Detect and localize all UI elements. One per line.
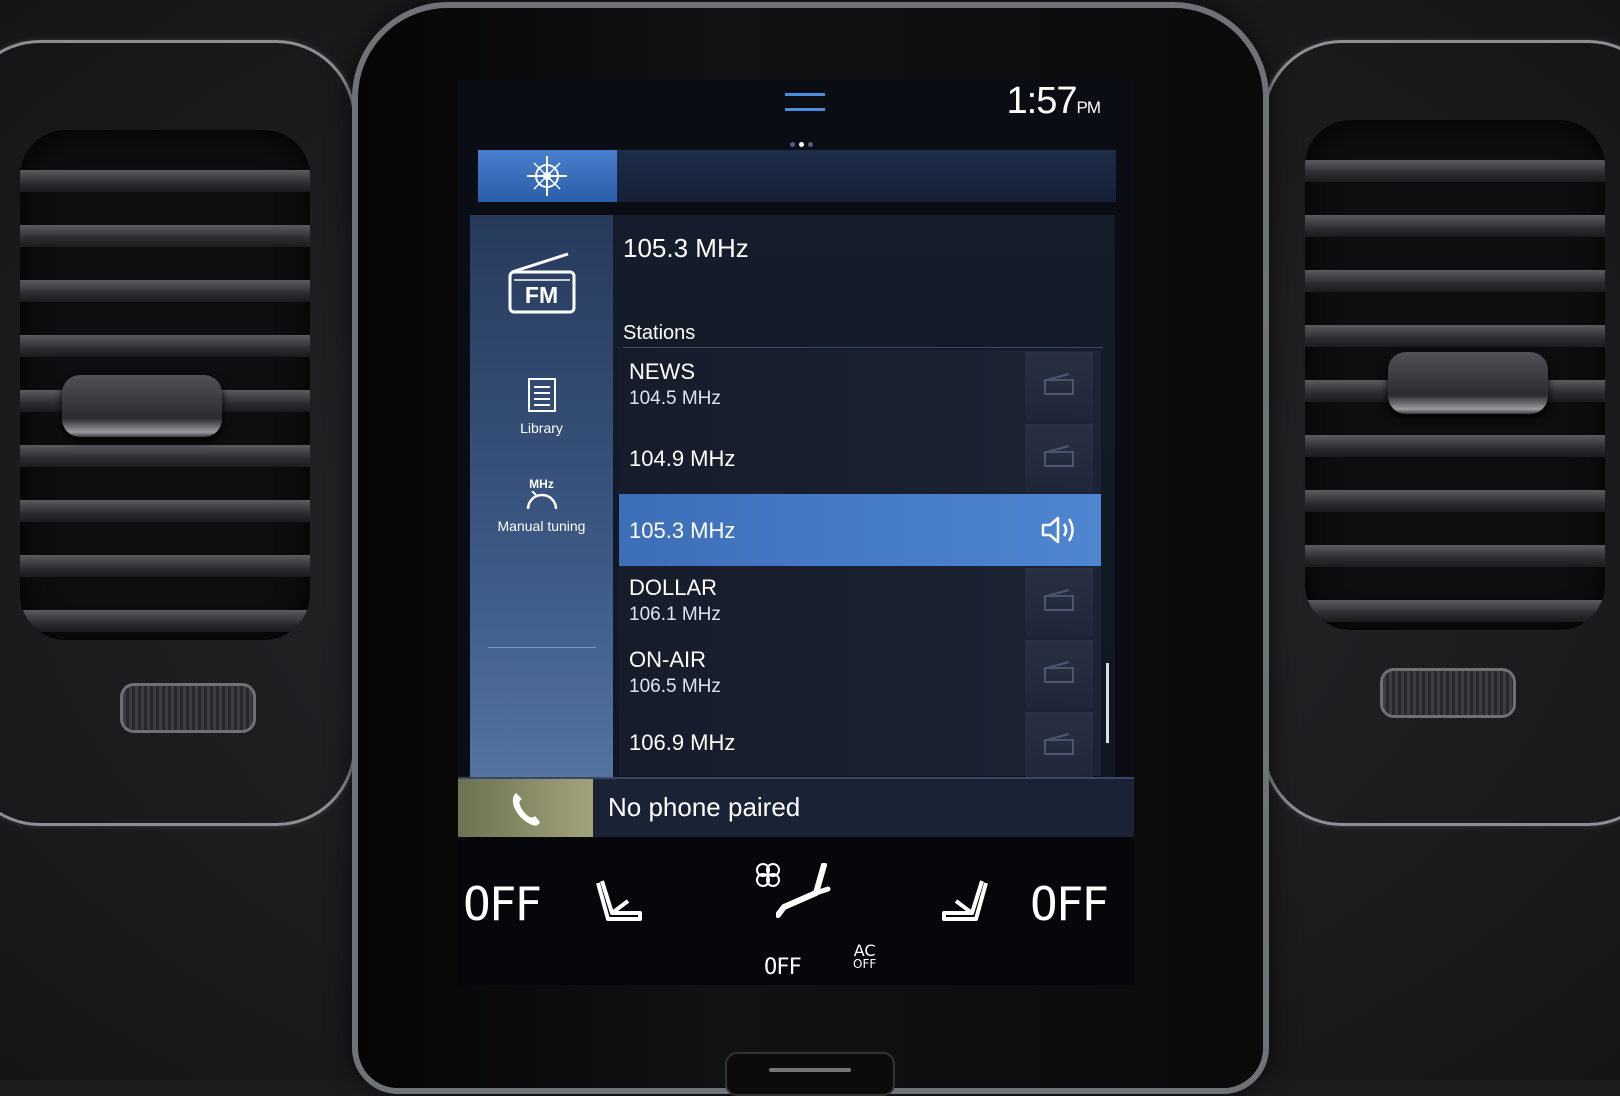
stations-divider xyxy=(623,347,1103,348)
station-logo xyxy=(1025,640,1093,708)
side-menu-divider xyxy=(488,647,596,648)
station-frequency: 106.9 MHz xyxy=(629,730,736,755)
page-dot xyxy=(790,142,795,147)
fm-label: FM xyxy=(524,282,559,308)
station-row[interactable]: 106.9 MHz xyxy=(619,710,1101,780)
left-vent-knob[interactable] xyxy=(62,375,222,437)
radio-thumb-icon xyxy=(1044,661,1074,683)
ac-button[interactable]: AC OFF xyxy=(853,943,877,971)
infotainment-screen: 1:57PM FM Library MHz Manual tuning 105.… xyxy=(458,80,1134,985)
tuning-dial-icon xyxy=(526,490,557,510)
station-row-selected[interactable]: 105.3 MHz xyxy=(619,494,1101,567)
station-logo xyxy=(1025,424,1093,492)
manual-tuning-button[interactable]: MHz Manual tuning xyxy=(470,477,613,534)
ac-state: OFF xyxy=(853,957,877,971)
phone-status: No phone paired xyxy=(608,792,801,822)
radio-thumb-icon xyxy=(1044,445,1074,467)
phone-icon xyxy=(512,793,540,826)
radio-main-panel: 105.3 MHz Stations NEWS 104.5 MHz 104.9 … xyxy=(613,215,1115,865)
clock-time: 1:57 xyxy=(1006,80,1078,122)
station-frequency: 104.5 MHz xyxy=(629,388,721,409)
station-frequency: 106.5 MHz xyxy=(629,676,721,697)
station-row[interactable]: ON-AIR 106.5 MHz xyxy=(619,638,1101,711)
right-seat-heat-icon[interactable] xyxy=(936,877,988,925)
station-frequency: 106.1 MHz xyxy=(629,604,721,625)
current-frequency: 105.3 MHz xyxy=(623,233,749,263)
home-button[interactable] xyxy=(725,1052,895,1096)
station-logo xyxy=(1025,712,1093,780)
station-row[interactable]: 104.9 MHz xyxy=(619,422,1101,495)
station-name: ON-AIR xyxy=(629,647,706,672)
station-row[interactable]: DOLLAR 106.1 MHz xyxy=(619,566,1101,639)
status-clock: 1:57PM xyxy=(1006,80,1101,123)
seat-ventilation-icon[interactable] xyxy=(776,863,836,919)
compass-icon xyxy=(527,156,567,196)
side-menu: FM Library MHz Manual tuning xyxy=(470,215,613,865)
library-icon xyxy=(527,378,556,412)
station-name: NEWS xyxy=(629,359,695,384)
stations-scrollbar[interactable] xyxy=(1106,663,1109,743)
library-button[interactable]: Library xyxy=(470,377,613,436)
speaker-playing-icon xyxy=(1041,516,1074,544)
fan-status: OFF xyxy=(764,955,802,980)
station-frequency: 104.9 MHz xyxy=(629,446,736,471)
manual-tuning-label: Manual tuning xyxy=(497,518,586,534)
page-dot xyxy=(808,142,813,147)
radio-thumb-icon xyxy=(1044,589,1074,611)
stations-heading: Stations xyxy=(623,322,696,344)
right-vent-knob[interactable] xyxy=(1388,352,1548,414)
right-temperature-button[interactable]: OFF xyxy=(1030,877,1109,931)
page-dot-active xyxy=(799,142,804,147)
left-temperature-button[interactable]: OFF xyxy=(463,877,542,931)
fm-source-button[interactable]: FM xyxy=(470,250,613,321)
radio-thumb-icon xyxy=(1044,733,1074,755)
radio-thumb-icon xyxy=(1044,373,1074,395)
phone-bar[interactable]: No phone paired xyxy=(458,777,1134,839)
left-vent-wheel[interactable] xyxy=(120,683,256,733)
navigation-tile[interactable] xyxy=(478,150,617,202)
right-vent-wheel[interactable] xyxy=(1380,668,1516,718)
clock-ampm: PM xyxy=(1076,98,1101,117)
station-row[interactable]: NEWS 104.5 MHz xyxy=(619,350,1101,423)
station-frequency: 105.3 MHz xyxy=(629,518,736,543)
phone-tile[interactable] xyxy=(458,779,593,839)
climate-bar: OFF OFF AC OFF OFF xyxy=(458,837,1134,985)
station-logo xyxy=(1025,568,1093,636)
left-seat-heat-icon[interactable] xyxy=(596,877,648,925)
station-name: DOLLAR xyxy=(629,575,718,600)
station-logo xyxy=(1025,352,1093,420)
mhz-label: MHz xyxy=(529,477,554,491)
library-label: Library xyxy=(520,420,563,436)
pulldown-handle[interactable] xyxy=(785,93,825,111)
